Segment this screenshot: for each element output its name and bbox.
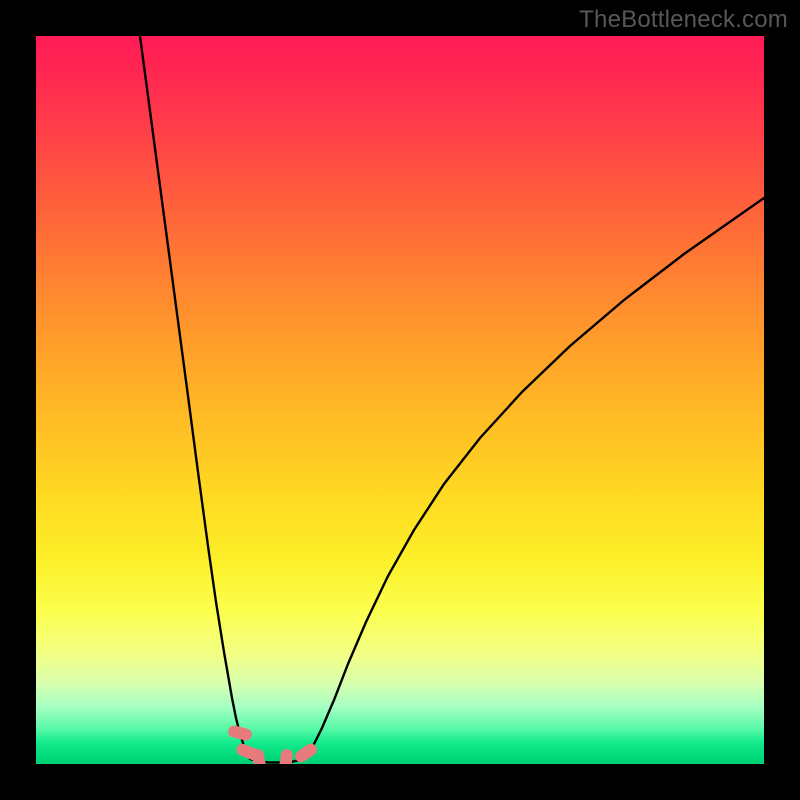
chart-frame: TheBottleneck.com	[0, 0, 800, 800]
marker-left-threshold-upper	[227, 724, 253, 741]
marker-group	[227, 724, 319, 764]
watermark-text: TheBottleneck.com	[579, 6, 788, 34]
plot-area	[36, 36, 764, 764]
marker-valley-right	[278, 748, 293, 764]
bottleneck-curve	[140, 36, 764, 763]
curve-layer	[36, 36, 764, 764]
